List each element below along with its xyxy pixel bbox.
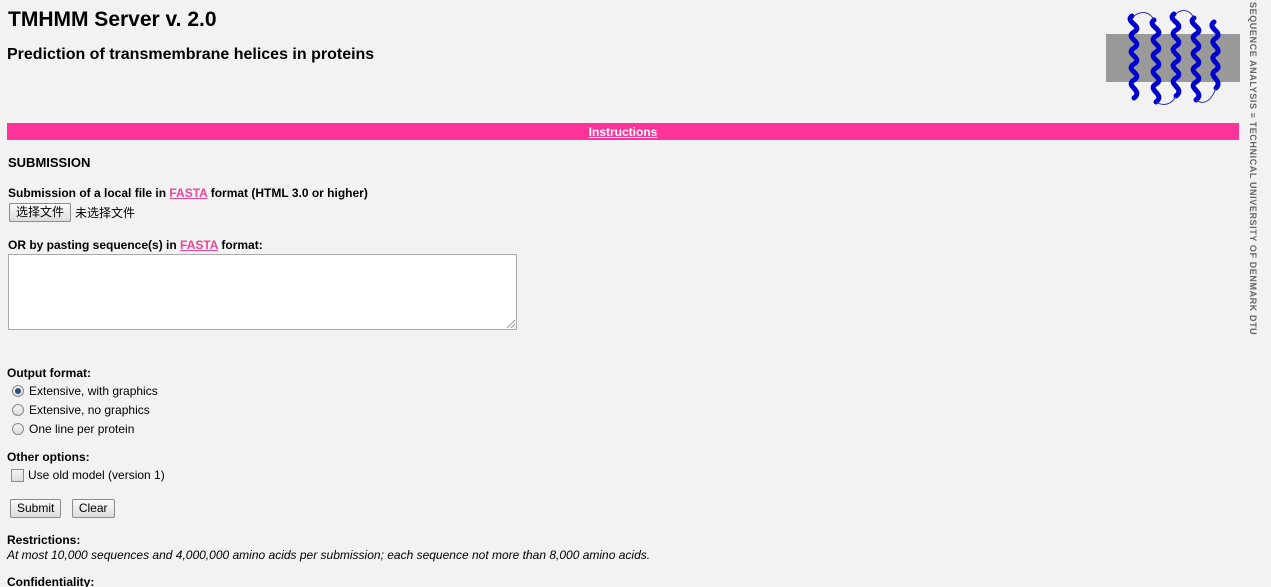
- radio-extensive-graphics[interactable]: [12, 385, 24, 397]
- file-input: 选择文件 未选择文件: [9, 203, 135, 222]
- output-option-one-line[interactable]: One line per protein: [12, 422, 134, 436]
- page-subtitle: Prediction of transmembrane helices in p…: [7, 46, 375, 63]
- restrictions-text: At most 10,000 sequences and 4,000,000 a…: [7, 548, 651, 562]
- clear-button[interactable]: Clear: [71, 499, 115, 518]
- output-option-no-graphics[interactable]: Extensive, no graphics: [12, 403, 150, 417]
- choose-file-button[interactable]: 选择文件: [9, 203, 72, 222]
- page: TMHMM Server v. 2.0 Prediction of transm…: [0, 0, 1271, 587]
- file-label-suffix: format (HTML 3.0 or higher): [207, 186, 368, 200]
- page-title: TMHMM Server v. 2.0: [8, 8, 217, 31]
- instructions-link[interactable]: Instructions: [589, 125, 658, 139]
- paste-label-prefix: OR by pasting sequence(s) in: [8, 238, 181, 252]
- form-actions: Submit Clear: [10, 499, 121, 518]
- output-format-label: Output format:: [7, 366, 91, 380]
- other-options-label: Other options:: [7, 450, 90, 464]
- confidentiality-label: Confidentiality:: [7, 575, 95, 587]
- submit-button[interactable]: Submit: [10, 499, 62, 518]
- old-model-label: Use old model (version 1): [28, 468, 165, 482]
- old-model-option[interactable]: Use old model (version 1): [11, 468, 165, 482]
- restrictions-label: Restrictions:: [7, 533, 81, 547]
- nav-bar: Instructions: [7, 123, 1239, 140]
- output-option-label: Extensive, with graphics: [29, 384, 158, 398]
- paste-label-suffix: format:: [218, 238, 263, 252]
- submission-heading: SUBMISSION: [8, 155, 91, 170]
- file-upload-label: Submission of a local file in FASTA form…: [8, 186, 368, 200]
- protein-helix-membrane-icon: [1106, 10, 1240, 105]
- file-status-text: 未选择文件: [75, 206, 136, 220]
- radio-extensive-no-graphics[interactable]: [12, 404, 24, 416]
- sequence-textarea[interactable]: [8, 254, 517, 330]
- dtu-vertical-banner: SEQUENCE ANALYSIS ≡ TECHNICAL UNIVERSITY…: [1248, 2, 1258, 336]
- paste-label: OR by pasting sequence(s) in FASTA forma…: [8, 238, 263, 252]
- radio-one-line[interactable]: [12, 423, 24, 435]
- output-option-label: Extensive, no graphics: [29, 403, 150, 417]
- output-option-label: One line per protein: [29, 422, 135, 436]
- fasta-link-2[interactable]: FASTA: [180, 238, 218, 252]
- output-option-graphics[interactable]: Extensive, with graphics: [12, 384, 158, 398]
- resize-grip-icon[interactable]: [507, 320, 515, 328]
- file-label-prefix: Submission of a local file in: [8, 186, 170, 200]
- old-model-checkbox[interactable]: [11, 468, 24, 482]
- fasta-link[interactable]: FASTA: [169, 186, 207, 200]
